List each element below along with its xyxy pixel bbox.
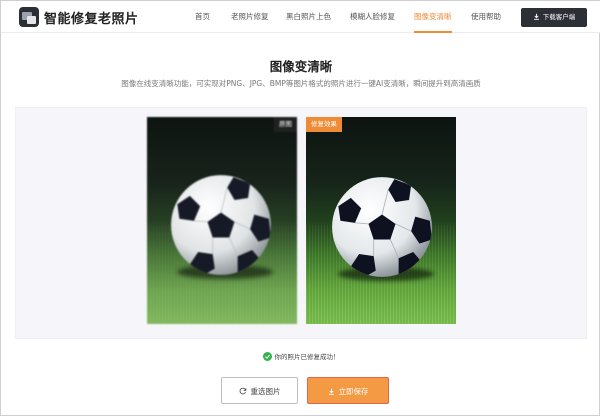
top-header: 智能修复老照片 首页 老照片修复 黑白照片上色 模糊人脸修复 图像变清晰 使用帮…: [1, 1, 600, 33]
download-client-label: 下载客户端: [542, 13, 576, 21]
nav-image-sharpen[interactable]: 图像变清晰: [414, 1, 452, 33]
restored-tag: 修复效果: [306, 117, 342, 132]
app-window: 智能修复老照片 首页 老照片修复 黑白照片上色 模糊人脸修复 图像变清晰 使用帮…: [0, 0, 600, 416]
reselect-image-label: 重选图片: [250, 387, 281, 396]
soccer-ball-image-restored: [332, 177, 432, 277]
nav-help[interactable]: 使用帮助: [471, 1, 501, 33]
brand-name[interactable]: 智能修复老照片: [44, 8, 139, 27]
refresh-icon: [239, 387, 246, 395]
download-icon: [533, 13, 539, 20]
page-subtitle: 图像在线变清晰功能，可实现对PNG、JPG、BMP等图片格式的照片进行一键AI变…: [121, 79, 481, 88]
nav-colorize[interactable]: 黑白照片上色: [286, 1, 331, 33]
compare-stage: [15, 107, 587, 339]
success-text: 你的照片已修复成功！: [274, 353, 340, 361]
download-icon: [328, 388, 334, 395]
original-photo: 原图: [147, 117, 297, 324]
nav-face-repair[interactable]: 模糊人脸修复: [350, 1, 395, 33]
save-now-button[interactable]: 立即保存: [307, 377, 389, 404]
app-logo-icon[interactable]: [19, 7, 39, 27]
soccer-ball-image: [171, 175, 271, 275]
success-message: 你的照片已修复成功！: [1, 351, 600, 361]
reselect-image-button[interactable]: 重选图片: [221, 377, 298, 404]
check-circle-icon: [262, 352, 272, 361]
restored-photo: 修复效果: [306, 117, 456, 324]
nav-old-photo-repair[interactable]: 老照片修复: [231, 1, 269, 33]
original-tag: 原图: [274, 117, 297, 132]
nav-home[interactable]: 首页: [195, 1, 210, 33]
page-title: 图像变清晰: [269, 59, 333, 74]
save-now-label: 立即保存: [338, 387, 369, 396]
download-client-button[interactable]: 下载客户端: [521, 8, 587, 27]
